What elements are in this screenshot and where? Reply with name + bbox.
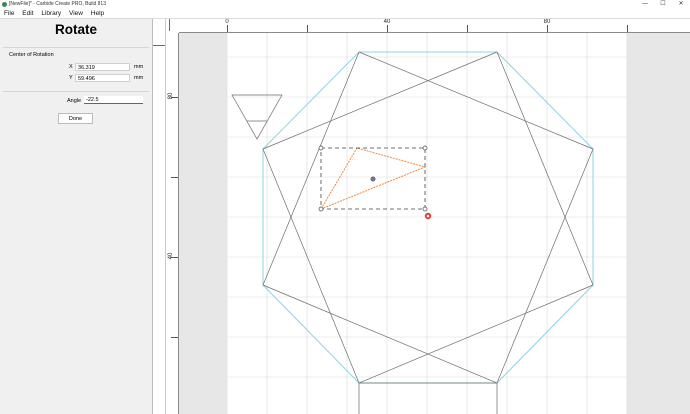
panel-splitter[interactable] [153,19,166,414]
ruler-tick [227,25,228,32]
window-controls: — ☐ ✕ [636,0,690,9]
menu-edit[interactable]: Edit [19,9,36,18]
x-label: X [69,64,73,70]
canvas-drawing[interactable] [179,33,690,414]
x-field[interactable]: 36.319 [75,63,130,71]
ruler-tick [307,25,308,32]
menu-bar: File Edit Library View Help [0,9,690,19]
x-unit: mm [134,64,144,70]
vertical-ruler: 80 40 [166,33,179,414]
ruler-label-80-vertical: 80 [168,92,174,100]
resize-handle-top-right[interactable] [422,145,428,151]
resize-handle-bottom-left[interactable] [318,206,324,212]
design-canvas[interactable] [179,33,690,414]
rotation-center-icon[interactable] [370,176,376,182]
window-title: [NewFile]* - Carbide Create PRO, Build 8… [9,1,106,7]
divider [3,91,149,92]
close-button[interactable]: ✕ [672,0,690,9]
menu-help[interactable]: Help [88,9,107,18]
ruler-label-80: 80 [543,19,551,25]
ruler-tick [467,25,468,32]
panel-title: Rotate [54,22,97,37]
angle-label: Angle [67,98,82,104]
app-icon [2,2,7,7]
ruler-label-40-vertical: 40 [168,252,174,260]
done-button[interactable]: Done [58,113,93,124]
ruler-tick [171,177,178,178]
divider [3,47,149,48]
menu-library[interactable]: Library [38,9,64,18]
ruler-corner [166,19,179,33]
ruler-origin-marker [169,19,170,31]
horizontal-ruler: 0 40 80 [166,19,690,33]
rotate-handle-icon[interactable] [424,212,432,220]
center-of-rotation-label: Center of Rotation [9,52,54,58]
ruler-tick [627,25,628,32]
menu-view[interactable]: View [66,9,86,18]
minimize-button[interactable]: — [636,0,654,9]
ruler-tick [171,337,178,338]
y-label: Y [69,75,73,81]
ruler-tick [547,25,548,32]
menu-file[interactable]: File [0,9,17,18]
angle-field[interactable]: -22.5 [84,96,143,104]
ruler-tick [387,25,388,32]
resize-handle-bottom-right[interactable] [422,206,428,212]
rotate-panel: Rotate Center of Rotation X 36.319 mm Y … [0,19,153,414]
y-unit: mm [134,75,144,81]
resize-handle-top-left[interactable] [318,145,324,151]
y-field[interactable]: 59.496 [75,74,130,82]
splitter-marker [153,45,165,46]
maximize-button[interactable]: ☐ [654,0,672,9]
ruler-label-0: 0 [225,19,229,25]
ruler-label-40: 40 [383,19,391,25]
title-bar: [NewFile]* - Carbide Create PRO, Build 8… [0,0,690,9]
